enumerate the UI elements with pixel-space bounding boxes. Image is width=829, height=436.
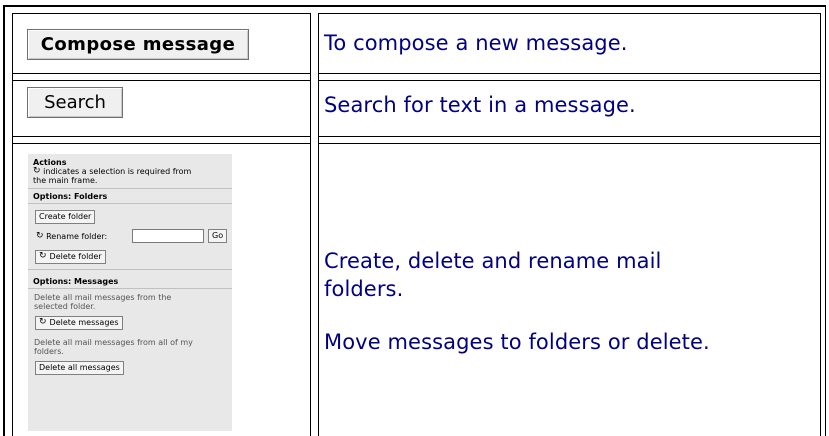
col2-left (318, 13, 319, 436)
delete-folder-label: Delete folder (49, 252, 102, 261)
row1-bottom-right (318, 73, 820, 74)
panel-note-line2: the main frame. (33, 176, 98, 185)
selection-required-icon: ↻ (33, 166, 41, 176)
divider (28, 269, 232, 270)
row1-bottom (12, 73, 310, 74)
table-left-border (3, 5, 5, 436)
folders-heading: Options: Folders (33, 192, 108, 201)
row3-top-right (318, 143, 820, 144)
row1-top-right (318, 13, 820, 14)
compose-message-button[interactable]: Compose message (27, 29, 249, 60)
table-right-border (825, 5, 826, 436)
col2-right (820, 13, 821, 436)
row2-bottom (12, 136, 310, 137)
delete-all-messages-button[interactable]: Delete all messages (35, 361, 124, 375)
selection-required-icon: ↻ (39, 316, 47, 327)
delete-messages-label: Delete messages (49, 318, 119, 327)
go-button[interactable]: Go (208, 229, 228, 243)
delete-messages-help-2: selected folder. (34, 302, 96, 311)
divider (28, 188, 232, 189)
create-folder-label: Create folder (39, 212, 92, 221)
folders-description-line1: Create, delete and rename mail (324, 249, 662, 273)
actions-panel: Actions ↻ indicates a selection is requi… (28, 154, 232, 431)
delete-messages-button[interactable]: ↻ Delete messages (35, 316, 123, 330)
col1-right (310, 13, 311, 436)
go-label: Go (212, 231, 224, 240)
selection-required-icon: ↻ (39, 250, 47, 261)
row2-bottom-right (318, 136, 820, 137)
delete-folder-button[interactable]: ↻ Delete folder (35, 250, 106, 264)
folders-description: Create, delete and rename mail folders. (324, 247, 661, 303)
selection-required-icon: ↻ (36, 231, 44, 241)
delete-all-label: Delete all messages (39, 363, 120, 372)
table-top-border (3, 5, 826, 7)
row1-top (12, 13, 310, 14)
row2-top-right (318, 80, 820, 81)
search-button[interactable]: Search (27, 87, 123, 118)
move-messages-description: Move messages to folders or delete. (324, 330, 710, 354)
row2-top (12, 80, 310, 81)
folders-description-line2: folders. (324, 277, 404, 301)
delete-all-help-2: folders. (34, 347, 64, 356)
messages-heading: Options: Messages (33, 277, 119, 286)
rename-folder-row: ↻ Rename folder: (36, 232, 107, 242)
row3-top (12, 143, 310, 144)
divider (28, 288, 232, 289)
rename-folder-label: Rename folder: (46, 232, 108, 241)
rename-folder-input[interactable] (132, 229, 204, 243)
delete-all-help-1: Delete all mail messages from all of my (34, 338, 193, 347)
create-folder-button[interactable]: Create folder (35, 210, 96, 224)
divider (28, 203, 232, 204)
delete-messages-help-1: Delete all mail messages from the (34, 293, 172, 302)
compose-description: To compose a new message. (324, 31, 628, 55)
col1-left (12, 13, 13, 436)
search-description: Search for text in a message. (324, 93, 636, 117)
